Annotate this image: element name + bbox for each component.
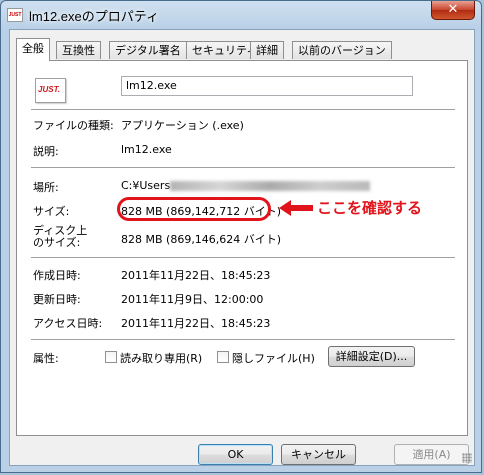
annotation-text: ここを確認する (317, 199, 423, 217)
accessed-value: 2011年11月22日、18:45:23 (121, 317, 271, 330)
tab-general[interactable]: 全般 (16, 38, 50, 61)
window-title: lm12.exeのプロパティ (29, 9, 159, 24)
accessed-label: アクセス日時: (33, 317, 103, 330)
file-name-field[interactable]: lm12.exe (121, 76, 413, 96)
separator (31, 257, 455, 258)
type-value: アプリケーション (.exe) (121, 119, 244, 132)
tab-previous-versions[interactable]: 以前のバージョン (292, 41, 392, 59)
annotation-arrow-icon (279, 200, 313, 216)
hidden-checkbox[interactable] (217, 351, 229, 363)
separator (31, 109, 455, 110)
cancel-button[interactable]: キャンセル (281, 444, 356, 465)
app-icon: JUST (7, 8, 23, 22)
hidden-label[interactable]: 隠しファイル(H) (232, 350, 315, 366)
general-panel: JUST. lm12.exe ファイルの種類: アプリケーション (.exe) … (16, 60, 468, 436)
resize-grip-icon[interactable] (462, 453, 472, 463)
apply-button[interactable]: 適用(A) (394, 444, 469, 465)
dialog-body: 全般 互換性 デジタル署名 セキュリティ 詳細 以前のバージョン JUST. l… (9, 29, 475, 466)
modified-label: 更新日時: (33, 293, 81, 306)
ok-button[interactable]: OK (198, 444, 273, 465)
location-label: 場所: (33, 181, 59, 194)
readonly-label[interactable]: 読み取り専用(R) (120, 350, 202, 366)
tab-details[interactable]: 詳細 (250, 41, 284, 59)
modified-value: 2011年11月9日、12:00:00 (121, 293, 264, 306)
disk-size-label: ディスク上 のサイズ: (33, 224, 88, 249)
created-value: 2011年11月22日、18:45:23 (121, 269, 271, 282)
title-bar[interactable]: JUST lm12.exeのプロパティ ✕ (1, 1, 481, 29)
disk-size-value: 828 MB (869,146,624 バイト) (121, 233, 282, 246)
separator (31, 167, 455, 168)
tab-digital-signature[interactable]: デジタル署名 (109, 41, 187, 59)
description-value: lm12.exe (121, 143, 172, 156)
description-label: 説明: (33, 145, 59, 158)
size-label: サイズ: (33, 205, 70, 218)
created-label: 作成日時: (33, 269, 81, 282)
redacted-path (170, 181, 371, 191)
readonly-checkbox[interactable] (105, 351, 117, 363)
file-icon: JUST. (35, 78, 66, 103)
attributes-label: 属性: (33, 352, 59, 365)
advanced-button[interactable]: 詳細設定(D)... (328, 346, 415, 367)
separator (31, 339, 455, 340)
location-value: C:¥Users (121, 179, 371, 192)
tab-compatibility[interactable]: 互換性 (56, 41, 101, 59)
type-label: ファイルの種類: (33, 119, 114, 132)
size-highlight-ellipse (117, 197, 271, 221)
properties-window: JUST lm12.exeのプロパティ ✕ 全般 互換性 デジタル署名 セキュリ… (0, 0, 482, 473)
close-button[interactable]: ✕ (431, 1, 475, 20)
